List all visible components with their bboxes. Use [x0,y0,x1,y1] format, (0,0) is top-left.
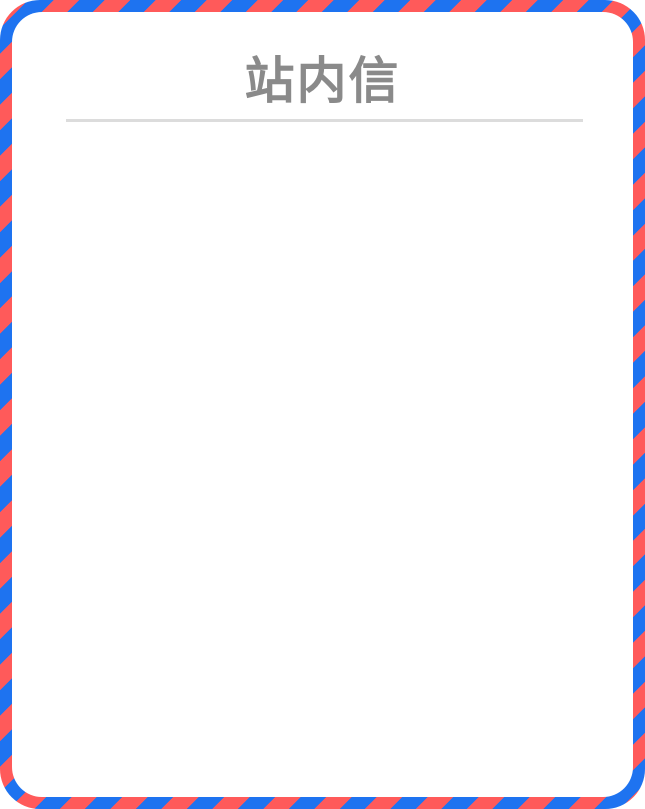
message-list [66,142,583,772]
airmail-border: 站内信 [0,0,645,809]
title-divider [66,119,583,122]
page-title: 站内信 [244,52,401,110]
message-panel: 站内信 [12,12,633,797]
